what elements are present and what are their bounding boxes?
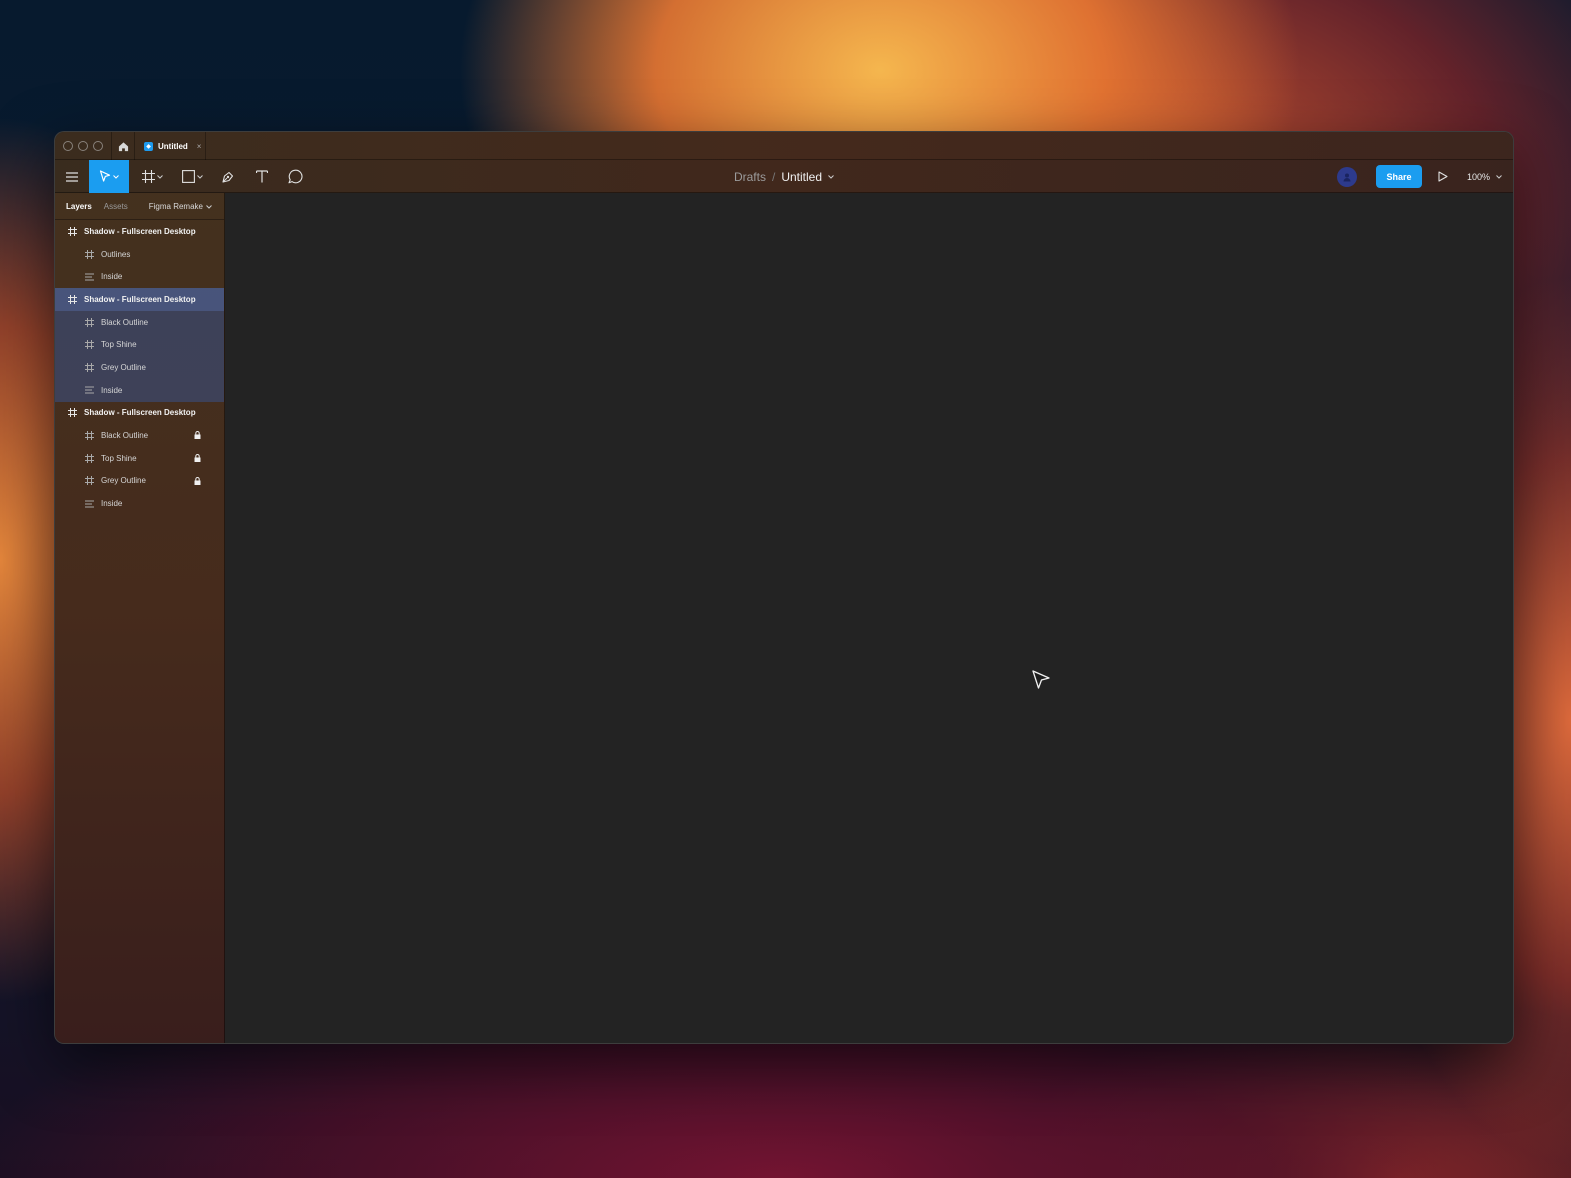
window-controls [63,141,103,151]
frame-icon [84,476,94,486]
layer-row[interactable]: Shadow - Fullscreen Desktop [55,288,224,311]
share-button[interactable]: Share [1376,165,1422,188]
canvas[interactable] [226,193,1513,1043]
layer-list: Shadow - Fullscreen Desktop Outlines Insid… [55,220,224,515]
layer-row[interactable]: Black Outline [55,310,224,334]
chevron-down-icon[interactable] [828,174,834,179]
chevron-down-icon [206,204,212,209]
file-tab[interactable]: ◆ Untitled × [136,132,206,160]
lock-icon[interactable] [194,431,201,441]
frame-icon [84,431,94,441]
home-button[interactable] [111,132,135,160]
figma-file-icon: ◆ [144,141,153,151]
breadcrumb-drafts-link[interactable]: Drafts [734,170,766,184]
layer-row[interactable]: Inside [55,265,224,288]
maximize-window-button[interactable] [93,141,103,151]
layer-label: Top Shine [101,453,137,463]
layer-row[interactable]: Shadow - Fullscreen Desktop [55,402,224,425]
breadcrumb-separator: / [771,169,776,184]
zoom-menu[interactable]: 100% [1467,160,1502,193]
frame-icon [84,362,94,372]
layer-row[interactable]: Inside [55,378,224,402]
layer-row[interactable]: Shadow - Fullscreen Desktop [55,220,224,243]
tab-assets[interactable]: Assets [104,202,128,211]
zoom-level: 100% [1467,171,1491,182]
layers-panel: Layers Assets Figma Remake Shadow - Full… [55,193,225,1043]
page-name: Figma Remake [148,202,203,211]
layer-label: Black Outline [101,431,149,441]
avatar[interactable] [1337,167,1357,187]
lock-icon[interactable] [194,453,201,464]
frame-icon [67,226,77,236]
layer-row[interactable]: Outlines [55,243,224,266]
layer-row[interactable]: Inside [55,492,224,515]
toolbar: Drafts / Untitled Share 100% [55,160,1513,193]
tab-title: Untitled [158,141,188,151]
layer-row[interactable]: Grey Outline [55,470,224,493]
layer-label: Black Outline [101,317,149,327]
frame-icon [84,453,94,463]
user-icon [1343,173,1351,182]
title-bar: ◆ Untitled × [55,132,1513,160]
layer-row[interactable]: Grey Outline [55,356,224,379]
layer-label: Inside [101,499,123,509]
present-button[interactable] [1435,168,1451,184]
tab-layers[interactable]: Layers [66,202,92,211]
minimize-window-button[interactable] [78,141,88,151]
frame-icon [67,408,77,418]
home-icon [118,141,128,151]
frame-icon [84,317,94,327]
layer-label: Shadow - Fullscreen Desktop [84,226,196,236]
close-window-button[interactable] [63,141,73,151]
layer-label: Inside [101,272,123,282]
text-layer-icon [84,385,94,395]
frame-icon [84,340,94,350]
lock-icon[interactable] [194,476,201,487]
breadcrumb: Drafts / Untitled [55,160,1513,193]
mouse-cursor-icon [1032,670,1050,689]
text-layer-icon [84,272,94,282]
frame-icon [84,249,94,259]
chevron-down-icon [1496,174,1502,179]
file-name-menu[interactable]: Untitled [781,170,822,184]
frame-icon [67,294,77,304]
page-selector[interactable]: Figma Remake [149,193,212,220]
layer-label: Inside [101,385,123,395]
figma-window: ◆ Untitled × Drafts / Untitled Share 100… [54,131,1514,1044]
text-layer-icon [84,499,94,509]
tab-close-icon[interactable]: × [197,142,202,151]
layer-row[interactable]: Top Shine [55,333,224,357]
layer-label: Shadow - Fullscreen Desktop [84,408,196,418]
layer-label: Outlines [101,249,131,259]
layer-row[interactable]: Top Shine [55,447,224,470]
layer-label: Shadow - Fullscreen Desktop [84,294,196,304]
layer-label: Grey Outline [101,476,146,486]
panel-tabs: Layers Assets Figma Remake [55,193,224,220]
play-icon [1438,170,1448,182]
layer-label: Top Shine [101,340,137,350]
layer-label: Grey Outline [101,362,146,372]
layer-row[interactable]: Black Outline [55,424,224,447]
